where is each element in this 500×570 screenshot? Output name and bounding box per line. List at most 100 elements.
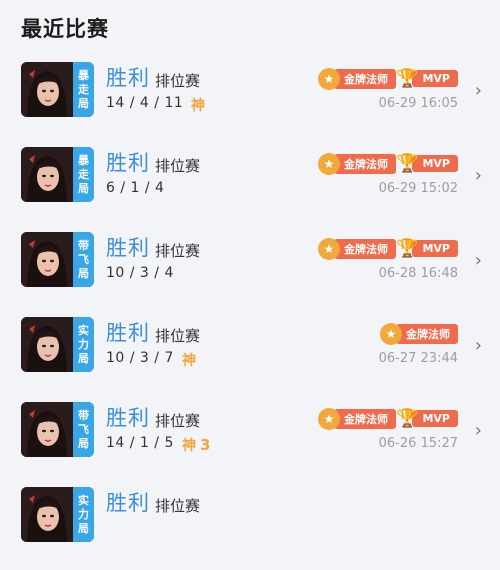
chevron-right-icon[interactable]: ›: [475, 250, 482, 271]
god-label: 神: [182, 353, 196, 369]
kda-score: 10 / 3 / 7: [106, 350, 174, 366]
match-time: 06-26 15:27: [378, 436, 458, 451]
gold-mage-badge: ★ 金牌法师: [318, 152, 396, 175]
mvp-badge: 🏆 MVP: [396, 408, 458, 429]
match-mode-char: 局: [78, 436, 89, 450]
chevron-right-icon[interactable]: ›: [475, 165, 482, 186]
badge-label: MVP: [412, 155, 458, 172]
hero-portrait-icon: [21, 402, 73, 457]
match-mode-char: 飞: [78, 252, 89, 266]
hero-portrait-icon: [21, 317, 73, 372]
mvp-badge: 🏆 MVP: [396, 68, 458, 89]
match-row[interactable]: 实力局 胜利 排位赛: [0, 485, 500, 570]
match-mode-char: 实: [78, 323, 89, 337]
god-like-indicator: 神: [191, 95, 205, 115]
match-type: 排位赛: [155, 327, 201, 345]
star-medal-icon: ★: [318, 67, 340, 90]
hero-portrait-icon: [21, 147, 73, 202]
match-mode-tag: 实力局: [73, 487, 94, 542]
hero-avatar: 带飞局: [21, 402, 94, 457]
gold-mage-badge: ★ 金牌法师: [318, 407, 396, 430]
god-label: 神: [191, 98, 205, 114]
match-mode-tag: 带飞局: [73, 402, 94, 457]
gold-mage-badge: ★ 金牌法师: [380, 322, 458, 345]
match-mode-char: 暴: [78, 153, 89, 167]
mvp-badge: 🏆 MVP: [396, 153, 458, 174]
hero-avatar: 实力局: [21, 487, 94, 542]
match-type: 排位赛: [155, 72, 201, 90]
match-row[interactable]: 暴走局 胜利 排位赛 14 / 4 / 11 🏆 MVP ★ 金牌法师 06-29 16:05…: [0, 60, 500, 145]
match-mode-char: 暴: [78, 68, 89, 82]
gold-mage-badge: ★ 金牌法师: [318, 237, 396, 260]
badge-label: MVP: [412, 410, 458, 427]
hero-portrait-icon: [21, 487, 73, 542]
match-result: 胜利: [106, 491, 150, 515]
match-type: 排位赛: [155, 412, 201, 430]
page-title: 最近比赛: [21, 17, 109, 41]
match-row[interactable]: 暴走局 胜利 排位赛 6 / 1 / 4 🏆 MVP ★ 金牌法师 06-29 15:02 ›: [0, 145, 500, 230]
match-mode-char: 走: [78, 82, 89, 96]
match-mode-char: 力: [78, 507, 89, 521]
match-mode-char: 局: [78, 181, 89, 195]
match-time: 06-29 16:05: [378, 96, 458, 111]
chevron-right-icon[interactable]: ›: [475, 420, 482, 441]
trophy-icon: 🏆: [396, 408, 419, 429]
star-medal-icon: ★: [318, 407, 340, 430]
god-label: 神: [182, 438, 196, 454]
kda-score: 14 / 1 / 5: [106, 435, 174, 451]
match-mode-tag: 暴走局: [73, 62, 94, 117]
match-type: 排位赛: [155, 497, 201, 515]
hero-avatar: 暴走局: [21, 62, 94, 117]
badge-label: 金牌法师: [334, 238, 396, 259]
match-type: 排位赛: [155, 242, 201, 260]
badge-label: 金牌法师: [396, 323, 458, 344]
badge-label: MVP: [412, 240, 458, 257]
god-count: 3: [200, 436, 211, 454]
trophy-icon: 🏆: [396, 153, 419, 174]
trophy-icon: 🏆: [396, 238, 419, 259]
match-mode-char: 局: [78, 266, 89, 280]
match-result: 胜利: [106, 151, 150, 175]
star-medal-icon: ★: [318, 152, 340, 175]
star-medal-icon: ★: [318, 237, 340, 260]
kda-score: 14 / 4 / 11: [106, 95, 184, 111]
match-mode-char: 力: [78, 337, 89, 351]
hero-portrait-icon: [21, 232, 73, 287]
match-mode-tag: 实力局: [73, 317, 94, 372]
trophy-icon: 🏆: [396, 68, 419, 89]
badge-label: MVP: [412, 70, 458, 87]
match-mode-char: 走: [78, 167, 89, 181]
chevron-right-icon[interactable]: ›: [475, 335, 482, 356]
match-mode-tag: 暴走局: [73, 147, 94, 202]
match-result: 胜利: [106, 236, 150, 260]
match-time: 06-29 15:02: [378, 181, 458, 196]
hero-avatar: 带飞局: [21, 232, 94, 287]
match-mode-char: 飞: [78, 422, 89, 436]
badge-label: 金牌法师: [334, 68, 396, 89]
badge-label: 金牌法师: [334, 153, 396, 174]
hero-portrait-icon: [21, 62, 73, 117]
match-result: 胜利: [106, 66, 150, 90]
match-time: 06-28 16:48: [378, 266, 458, 281]
god-like-indicator: 神: [182, 350, 196, 370]
match-mode-char: 带: [78, 238, 89, 252]
match-list: 暴走局 胜利 排位赛 14 / 4 / 11 🏆 MVP ★ 金牌法师 06-29 16:05…: [0, 60, 500, 570]
match-mode-char: 带: [78, 408, 89, 422]
match-mode-char: 实: [78, 493, 89, 507]
match-result: 胜利: [106, 321, 150, 345]
match-time: 06-27 23:44: [378, 351, 458, 366]
match-type: 排位赛: [155, 157, 201, 175]
kda-score: 6 / 1 / 4: [106, 180, 165, 196]
hero-avatar: 暴走局: [21, 147, 94, 202]
match-row[interactable]: 实力局 胜利 排位赛 10 / 3 / 7 ★ 金牌法师 06-27 23:44 › 神: [0, 315, 500, 400]
badge-label: 金牌法师: [334, 408, 396, 429]
match-mode-char: 局: [78, 521, 89, 535]
match-row[interactable]: 带飞局 胜利 排位赛 10 / 3 / 4 🏆 MVP ★ 金牌法师 06-28 16:48 ›: [0, 230, 500, 315]
match-result: 胜利: [106, 406, 150, 430]
match-mode-char: 局: [78, 351, 89, 365]
chevron-right-icon[interactable]: ›: [475, 80, 482, 101]
match-row[interactable]: 带飞局 胜利 排位赛 14 / 1 / 5 🏆 MVP ★ 金牌法师 06-26 15:27 ›…: [0, 400, 500, 485]
star-medal-icon: ★: [380, 322, 402, 345]
mvp-badge: 🏆 MVP: [396, 238, 458, 259]
kda-score: 10 / 3 / 4: [106, 265, 174, 281]
